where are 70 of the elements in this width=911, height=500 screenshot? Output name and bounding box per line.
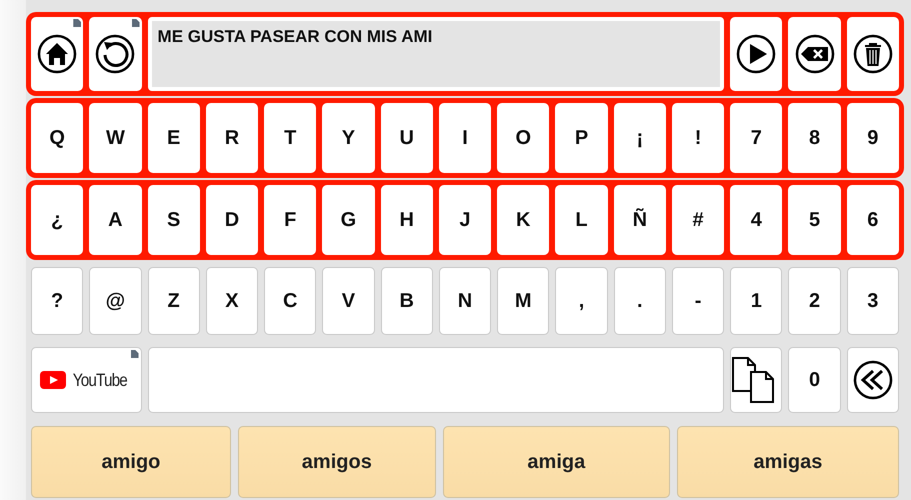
backspace-button[interactable] [788,17,841,91]
double-chevron-left-icon [852,360,893,400]
suggestion-button[interactable]: amigas [676,426,899,498]
key[interactable]: P [555,103,608,173]
key[interactable]: O [497,103,550,173]
key[interactable]: R [206,103,258,173]
key[interactable]: @ [89,267,142,335]
suggestion-button[interactable]: amiga [442,426,670,498]
trash-icon [852,34,893,74]
key[interactable]: ! [672,103,724,173]
copy-button[interactable] [730,347,782,413]
key[interactable]: # [672,185,724,255]
key[interactable]: B [380,267,433,335]
key[interactable]: L [555,185,608,255]
suggestion-button[interactable]: amigos [238,426,436,498]
key[interactable]: 2 [788,267,841,335]
key[interactable]: W [89,103,142,173]
key[interactable]: 1 [730,267,782,335]
suggestion-button[interactable]: amigo [31,426,231,498]
key[interactable]: G [322,185,375,255]
message-display: ME GUSTA PASEAR CON MIS AMI [148,17,724,91]
key[interactable]: 5 [788,185,841,255]
key[interactable]: X [206,267,258,335]
key[interactable]: U [380,103,433,173]
key[interactable]: 6 [846,185,899,255]
key[interactable]: K [497,185,550,255]
key[interactable]: C [264,267,316,335]
play-icon [736,34,776,74]
play-button[interactable] [730,17,782,91]
key[interactable]: 8 [788,103,841,173]
corner-mark-icon [73,19,82,27]
key[interactable]: M [497,267,550,335]
home-button[interactable] [31,17,84,91]
key[interactable]: I [438,103,492,173]
key[interactable]: 7 [730,103,782,173]
corner-mark-icon [132,19,140,27]
key[interactable]: V [322,267,375,335]
key[interactable]: 0 [788,347,841,413]
corner-mark-icon [130,350,139,358]
key[interactable]: - [672,267,724,335]
key[interactable]: F [264,185,316,255]
key[interactable]: 3 [846,267,899,335]
trash-button[interactable] [846,17,899,91]
undo-icon [95,34,136,74]
key[interactable]: , [555,267,608,335]
key[interactable]: 4 [730,185,782,255]
key[interactable]: Q [31,103,84,173]
key[interactable]: 9 [846,103,899,173]
key[interactable]: . [614,267,666,335]
backspace-icon [794,34,835,74]
key[interactable]: J [438,185,492,255]
key[interactable]: A [89,185,142,255]
home-icon [37,34,78,74]
key[interactable]: ? [31,267,84,335]
input-field[interactable] [148,347,724,413]
key[interactable]: ¡ [614,103,666,173]
key[interactable]: Y [322,103,375,173]
key[interactable]: ¿ [31,185,84,255]
rewind-button[interactable] [846,347,899,413]
key[interactable]: D [206,185,258,255]
key[interactable]: S [148,185,200,255]
key[interactable]: N [438,267,492,335]
undo-button[interactable] [89,17,142,91]
key[interactable]: Ñ [614,185,666,255]
key[interactable]: Z [148,267,200,335]
youtube-button[interactable]: YouTube [31,347,142,413]
key[interactable]: H [380,185,433,255]
key[interactable]: E [148,103,200,173]
play-logo-icon [40,371,66,389]
key[interactable]: T [264,103,316,173]
